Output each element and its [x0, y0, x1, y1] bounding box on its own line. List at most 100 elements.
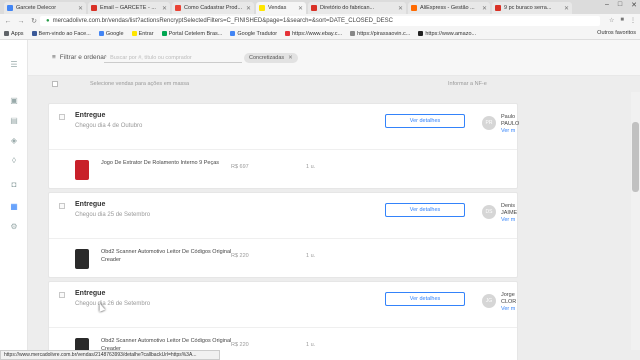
product-price: R$ 697	[231, 164, 249, 170]
buyer-nick: PAULO	[501, 121, 520, 127]
view-details-button[interactable]: Ver detalhes	[385, 114, 465, 128]
select-all-label: Selecione vendas para ações em massa	[90, 81, 190, 87]
invoice-button[interactable]: Informar a NF-e	[448, 81, 487, 87]
url-field[interactable]: ● mercadolivre.com.br/vendas/list?actions…	[40, 16, 600, 26]
tab-close-icon[interactable]: ✕	[398, 5, 403, 12]
bookmark-item[interactable]: Google	[98, 31, 124, 37]
star-icon[interactable]: ☆	[609, 17, 614, 24]
maximize-icon[interactable]: □	[618, 1, 622, 9]
sale-status: Entregue	[75, 112, 106, 119]
browser-tab[interactable]: Email – GARCETE - ... ✕	[88, 2, 170, 14]
tab-close-icon[interactable]: ✕	[482, 5, 487, 12]
shield-icon[interactable]: ◊	[9, 156, 19, 166]
close-icon[interactable]: ✕	[288, 55, 293, 61]
gear-icon[interactable]: ⚙	[9, 222, 19, 232]
view-details-button[interactable]: Ver detalhes	[385, 203, 465, 217]
bookmark-item[interactable]: Apps	[4, 31, 24, 37]
select-all-checkbox[interactable]	[52, 81, 58, 87]
product-title[interactable]: Obd2 Scanner Automotivo Leitor De Código…	[101, 248, 251, 264]
other-bookmarks[interactable]: Outros favoritos	[597, 30, 636, 36]
back-icon[interactable]: ←	[3, 18, 13, 25]
product-price: R$ 220	[231, 253, 249, 259]
browser-tab[interactable]: Vendas ✕	[256, 2, 306, 14]
buyer-name: Jorge	[501, 292, 515, 298]
url-text: mercadolivre.com.br/vendas/list?actionsR…	[52, 18, 393, 24]
tab-label: AliExpress - Gestão ...	[420, 5, 475, 11]
avatar: JG	[482, 294, 496, 308]
close-window-icon[interactable]: ✕	[631, 1, 637, 9]
address-bar: ← → ↻ ● mercadolivre.com.br/vendas/list?a…	[0, 14, 640, 28]
bookmark-favicon-icon	[350, 31, 356, 36]
product-title[interactable]: Jogo De Extrator De Rolamento Interno 9 …	[101, 159, 251, 167]
product-thumbnail[interactable]	[75, 160, 89, 180]
tab-label: Garcete Delecor	[16, 5, 57, 11]
bookmark-item[interactable]: Entrar	[131, 31, 154, 37]
product-quantity: 1 u.	[306, 164, 316, 170]
bag-icon[interactable]: ◘	[9, 180, 19, 190]
avatar: DS	[482, 205, 496, 219]
minimize-icon[interactable]: –	[605, 1, 609, 9]
bookmark-item[interactable]: https://www.amazo...	[418, 31, 476, 37]
tab-close-icon[interactable]: ✕	[162, 5, 167, 12]
view-details-button[interactable]: Ver detalhes	[385, 292, 465, 306]
bookmark-item[interactable]: https://pirassaovin.c...	[350, 31, 410, 37]
bookmark-favicon-icon	[31, 31, 37, 36]
filter-label: Filtrar e ordenar	[59, 54, 107, 61]
bookmark-favicon-icon	[131, 31, 137, 36]
buyer-info: Jorge CLOR Ver m	[501, 292, 516, 313]
tab-favicon-icon	[311, 5, 317, 11]
filter-button[interactable]: ≡ Filtrar e ordenar	[52, 54, 106, 61]
browser-tab[interactable]: Garcete Delecor ✕	[4, 2, 86, 14]
extension-icon[interactable]: ■	[620, 17, 624, 24]
product-quantity: 1 u.	[306, 342, 316, 348]
tab-favicon-icon	[495, 5, 501, 11]
tab-close-icon[interactable]: ✕	[246, 5, 251, 12]
sale-card: Entregue Chegou dia 26 de Setembro Ver det…	[48, 281, 518, 360]
browser-tab[interactable]: Como Cadastrar Prod... ✕	[172, 2, 254, 14]
reload-icon[interactable]: ↻	[29, 17, 39, 25]
blurred-overlay	[520, 96, 630, 356]
tab-label: Vendas	[268, 5, 287, 11]
browser-tab[interactable]: Diretório do fabrican... ✕	[308, 2, 406, 14]
search-icon: ⌕	[104, 54, 108, 60]
scrollbar-thumb[interactable]	[632, 122, 639, 192]
status-bar-url: https://www.mercadolivre.com.br/vendas/2…	[0, 350, 220, 360]
bookmark-item[interactable]: Bem-vindo ao Face...	[31, 31, 91, 37]
bookmark-label: https://www.amazo...	[425, 30, 477, 37]
home-icon[interactable]: ▣	[9, 96, 19, 106]
buyer-link[interactable]: Ver m	[501, 128, 519, 135]
list-icon[interactable]: ▤	[9, 116, 19, 126]
browser-tab[interactable]: 9 pc buraco serra... ✕	[492, 2, 572, 14]
scrollbar[interactable]	[631, 92, 640, 350]
sale-card: Entregue Chegou dia 25 de Setembro Ver det…	[48, 192, 518, 278]
buyer-nick: CLOR	[501, 299, 517, 305]
tag-icon[interactable]: ◈	[9, 136, 19, 146]
buyer-link[interactable]: Ver m	[501, 306, 516, 313]
sale-card: Entregue Chegou dia 4 de Outubro Ver detal…	[48, 103, 519, 189]
tab-close-icon[interactable]: ✕	[78, 5, 83, 12]
buyer-info: Paulo PAULO Ver m	[501, 114, 519, 135]
browser-menu-icon[interactable]: ⋮	[630, 17, 636, 24]
tab-close-icon[interactable]: ✕	[298, 5, 303, 12]
sales-icon[interactable]: ▦	[9, 202, 19, 212]
sale-checkbox[interactable]	[59, 203, 65, 209]
buyer-name: Paulo	[501, 114, 516, 120]
sale-checkbox[interactable]	[59, 114, 65, 120]
forward-icon[interactable]: →	[16, 18, 26, 25]
tab-close-icon[interactable]: ✕	[564, 5, 569, 12]
browser-tab[interactable]: AliExpress - Gestão ... ✕	[408, 2, 490, 14]
sale-checkbox[interactable]	[59, 292, 65, 298]
bookmark-label: https://pirassaovin.c...	[357, 30, 411, 37]
bookmark-item[interactable]: https://www.ebay.c...	[285, 31, 342, 37]
search-input[interactable]: ⌕ Buscar por #, título ou comprador	[104, 53, 242, 63]
tab-favicon-icon	[175, 5, 181, 11]
address-icons: ☆ ■ ⋮	[609, 17, 636, 24]
bookmark-item[interactable]: Google Tradutor	[230, 31, 277, 37]
tab-favicon-icon	[7, 5, 13, 11]
bookmark-item[interactable]: Portal Cetelem Bras...	[161, 31, 222, 37]
filter-chip[interactable]: Concretizadas ✕	[244, 53, 298, 63]
buyer-link[interactable]: Ver m	[501, 217, 517, 224]
product-thumbnail[interactable]	[75, 249, 89, 269]
menu-icon[interactable]: ☰	[9, 60, 19, 70]
avatar: PR	[482, 116, 496, 130]
